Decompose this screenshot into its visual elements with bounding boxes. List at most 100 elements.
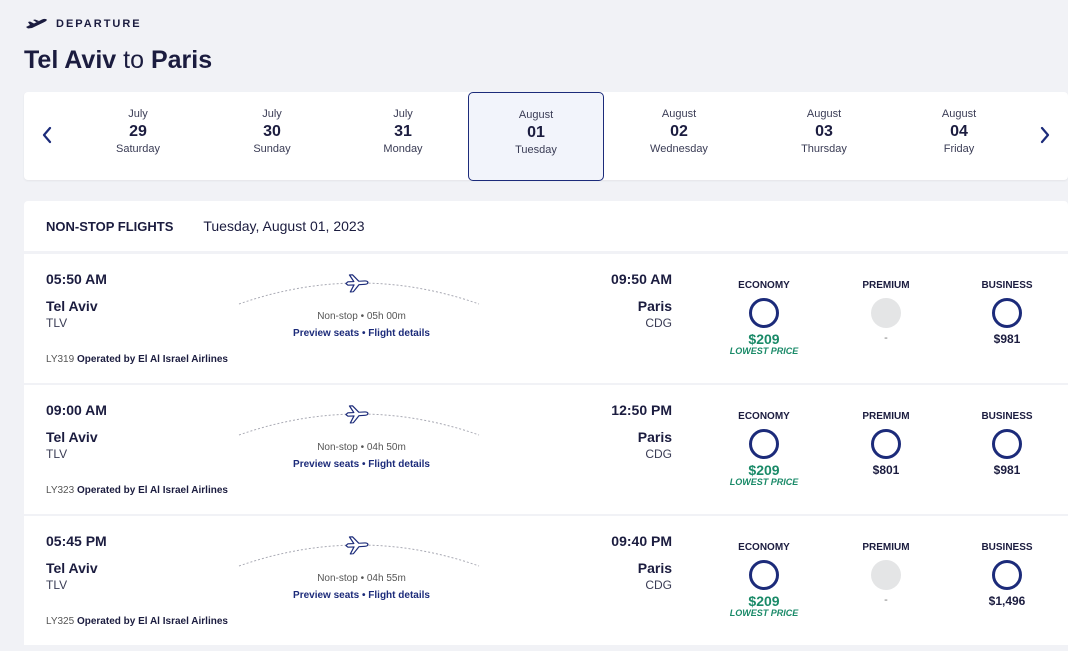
route-title: Tel Aviv to Paris bbox=[24, 46, 212, 75]
flight-details-link[interactable]: Flight details bbox=[368, 459, 430, 470]
economy-select-radio[interactable] bbox=[749, 298, 779, 328]
fare-label: ECONOMY bbox=[738, 542, 790, 553]
flight-details-link[interactable]: Flight details bbox=[368, 590, 430, 601]
origin-city: Tel Aviv bbox=[46, 560, 98, 576]
stop-info: Non-stop • 04h 50m bbox=[274, 442, 449, 453]
destination-code: CDG bbox=[645, 447, 672, 461]
airplane-icon bbox=[345, 405, 369, 424]
origin-code: TLV bbox=[46, 578, 68, 592]
next-dates-button[interactable] bbox=[1030, 120, 1060, 150]
stop-type: Non-stop bbox=[317, 311, 358, 322]
date-month: July bbox=[262, 108, 282, 120]
route-connector: to bbox=[123, 46, 144, 74]
flight-code: LY323 bbox=[46, 485, 75, 496]
date-option-jul-30[interactable]: July 30 Sunday bbox=[204, 92, 340, 180]
premium-price: - bbox=[884, 594, 888, 606]
date-weekday: Friday bbox=[943, 143, 975, 155]
date-day: 01 bbox=[527, 124, 545, 141]
flight-links: Preview seats • Flight details bbox=[264, 459, 459, 470]
preview-seats-link[interactable]: Preview seats bbox=[293, 459, 359, 470]
economy-price: $209 bbox=[748, 331, 780, 347]
flight-number: LY323 Operated by El Al Israel Airlines bbox=[46, 485, 228, 496]
economy-fare: ECONOMY $209 LOWEST PRICE bbox=[719, 542, 809, 618]
airplane-icon bbox=[345, 274, 369, 293]
flight-duration: 04h 55m bbox=[366, 573, 406, 584]
flight-duration: 05h 00m bbox=[366, 311, 406, 322]
date-option-aug-03[interactable]: August 03 Thursday bbox=[756, 92, 892, 180]
date-month: August bbox=[806, 108, 842, 120]
separator: • bbox=[360, 311, 365, 322]
flight-code: LY319 bbox=[46, 354, 75, 365]
flight-path-arc bbox=[238, 536, 480, 567]
economy-price: $209 bbox=[748, 593, 780, 609]
arrival-time: 09:50 AM bbox=[611, 271, 672, 287]
airplane-takeoff-icon bbox=[26, 18, 47, 29]
date-option-jul-31[interactable]: July 31 Monday bbox=[335, 92, 471, 180]
flight-duration: 04h 50m bbox=[366, 442, 406, 453]
operator: Operated by El Al Israel Airlines bbox=[76, 485, 228, 496]
date-option-aug-01-selected[interactable]: August 01 Tuesday bbox=[468, 92, 604, 181]
date-day: 30 bbox=[263, 123, 281, 140]
business-select-radio[interactable] bbox=[992, 560, 1022, 590]
premium-unavailable-indicator bbox=[871, 560, 901, 590]
business-select-radio[interactable] bbox=[992, 429, 1022, 459]
flight-number: LY325 Operated by El Al Israel Airlines bbox=[46, 616, 228, 627]
economy-select-radio[interactable] bbox=[749, 560, 779, 590]
results-header: NON-STOP FLIGHTS Tuesday, August 01, 202… bbox=[24, 201, 1068, 251]
premium-fare: PREMIUM - bbox=[841, 542, 931, 606]
business-fare: BUSINESS $1,496 bbox=[962, 542, 1052, 608]
fare-label: BUSINESS bbox=[981, 542, 1033, 553]
fare-label: BUSINESS bbox=[981, 280, 1033, 291]
premium-unavailable-indicator bbox=[871, 298, 901, 328]
departure-label-row: DEPARTURE bbox=[24, 14, 212, 34]
business-price: $1,496 bbox=[988, 594, 1026, 608]
origin-city: Tel Aviv bbox=[46, 298, 98, 314]
destination-city: Paris bbox=[637, 298, 672, 314]
stop-info: Non-stop • 05h 00m bbox=[274, 311, 449, 322]
flight-links: Preview seats • Flight details bbox=[264, 328, 459, 339]
date-month: August bbox=[941, 108, 977, 120]
destination-city: Paris bbox=[637, 429, 672, 445]
premium-price: $801 bbox=[872, 463, 900, 477]
flight-path-arc bbox=[238, 405, 480, 436]
economy-price: $209 bbox=[748, 462, 780, 478]
flight-details-link[interactable]: Flight details bbox=[368, 328, 430, 339]
origin-city: Tel Aviv bbox=[24, 46, 117, 74]
date-weekday: Monday bbox=[383, 143, 423, 155]
destination-city: Paris bbox=[637, 560, 672, 576]
date-month: July bbox=[128, 108, 148, 120]
destination-city: Paris bbox=[150, 46, 213, 74]
fare-label: BUSINESS bbox=[981, 411, 1033, 422]
page-header: DEPARTURE Tel Aviv to Paris bbox=[24, 14, 212, 75]
separator: • bbox=[360, 442, 365, 453]
business-select-radio[interactable] bbox=[992, 298, 1022, 328]
previous-dates-button[interactable] bbox=[32, 120, 62, 150]
flight-row: 05:50 AM Tel Aviv TLV Non-stop • 05h 00m… bbox=[24, 254, 1068, 383]
chevron-right-icon bbox=[1040, 126, 1050, 144]
economy-fare: ECONOMY $209 LOWEST PRICE bbox=[719, 280, 809, 356]
results-date: Tuesday, August 01, 2023 bbox=[203, 218, 365, 234]
date-option-aug-02[interactable]: August 02 Wednesday bbox=[611, 92, 747, 180]
fare-label: PREMIUM bbox=[862, 280, 910, 291]
departure-time: 05:45 PM bbox=[46, 533, 107, 549]
date-option-jul-29[interactable]: July 29 Saturday bbox=[70, 92, 206, 180]
date-weekday: Saturday bbox=[115, 143, 161, 155]
date-weekday: Thursday bbox=[801, 143, 847, 155]
preview-seats-link[interactable]: Preview seats bbox=[293, 328, 359, 339]
date-day: 03 bbox=[815, 123, 833, 140]
preview-seats-link[interactable]: Preview seats bbox=[293, 590, 359, 601]
economy-select-radio[interactable] bbox=[749, 429, 779, 459]
stop-type: Non-stop bbox=[317, 442, 358, 453]
departure-time: 09:00 AM bbox=[46, 402, 107, 418]
flight-path-arc bbox=[238, 274, 480, 305]
premium-select-radio[interactable] bbox=[871, 429, 901, 459]
flight-code: LY325 bbox=[46, 616, 75, 627]
airplane-icon bbox=[345, 536, 369, 555]
operator: Operated by El Al Israel Airlines bbox=[76, 354, 228, 365]
date-weekday: Tuesday bbox=[515, 144, 557, 156]
arrival-time: 12:50 PM bbox=[611, 402, 672, 418]
date-option-aug-04[interactable]: August 04 Friday bbox=[891, 92, 1027, 180]
separator: • bbox=[361, 459, 366, 470]
date-day: 29 bbox=[129, 123, 147, 140]
date-month: August bbox=[518, 109, 554, 121]
